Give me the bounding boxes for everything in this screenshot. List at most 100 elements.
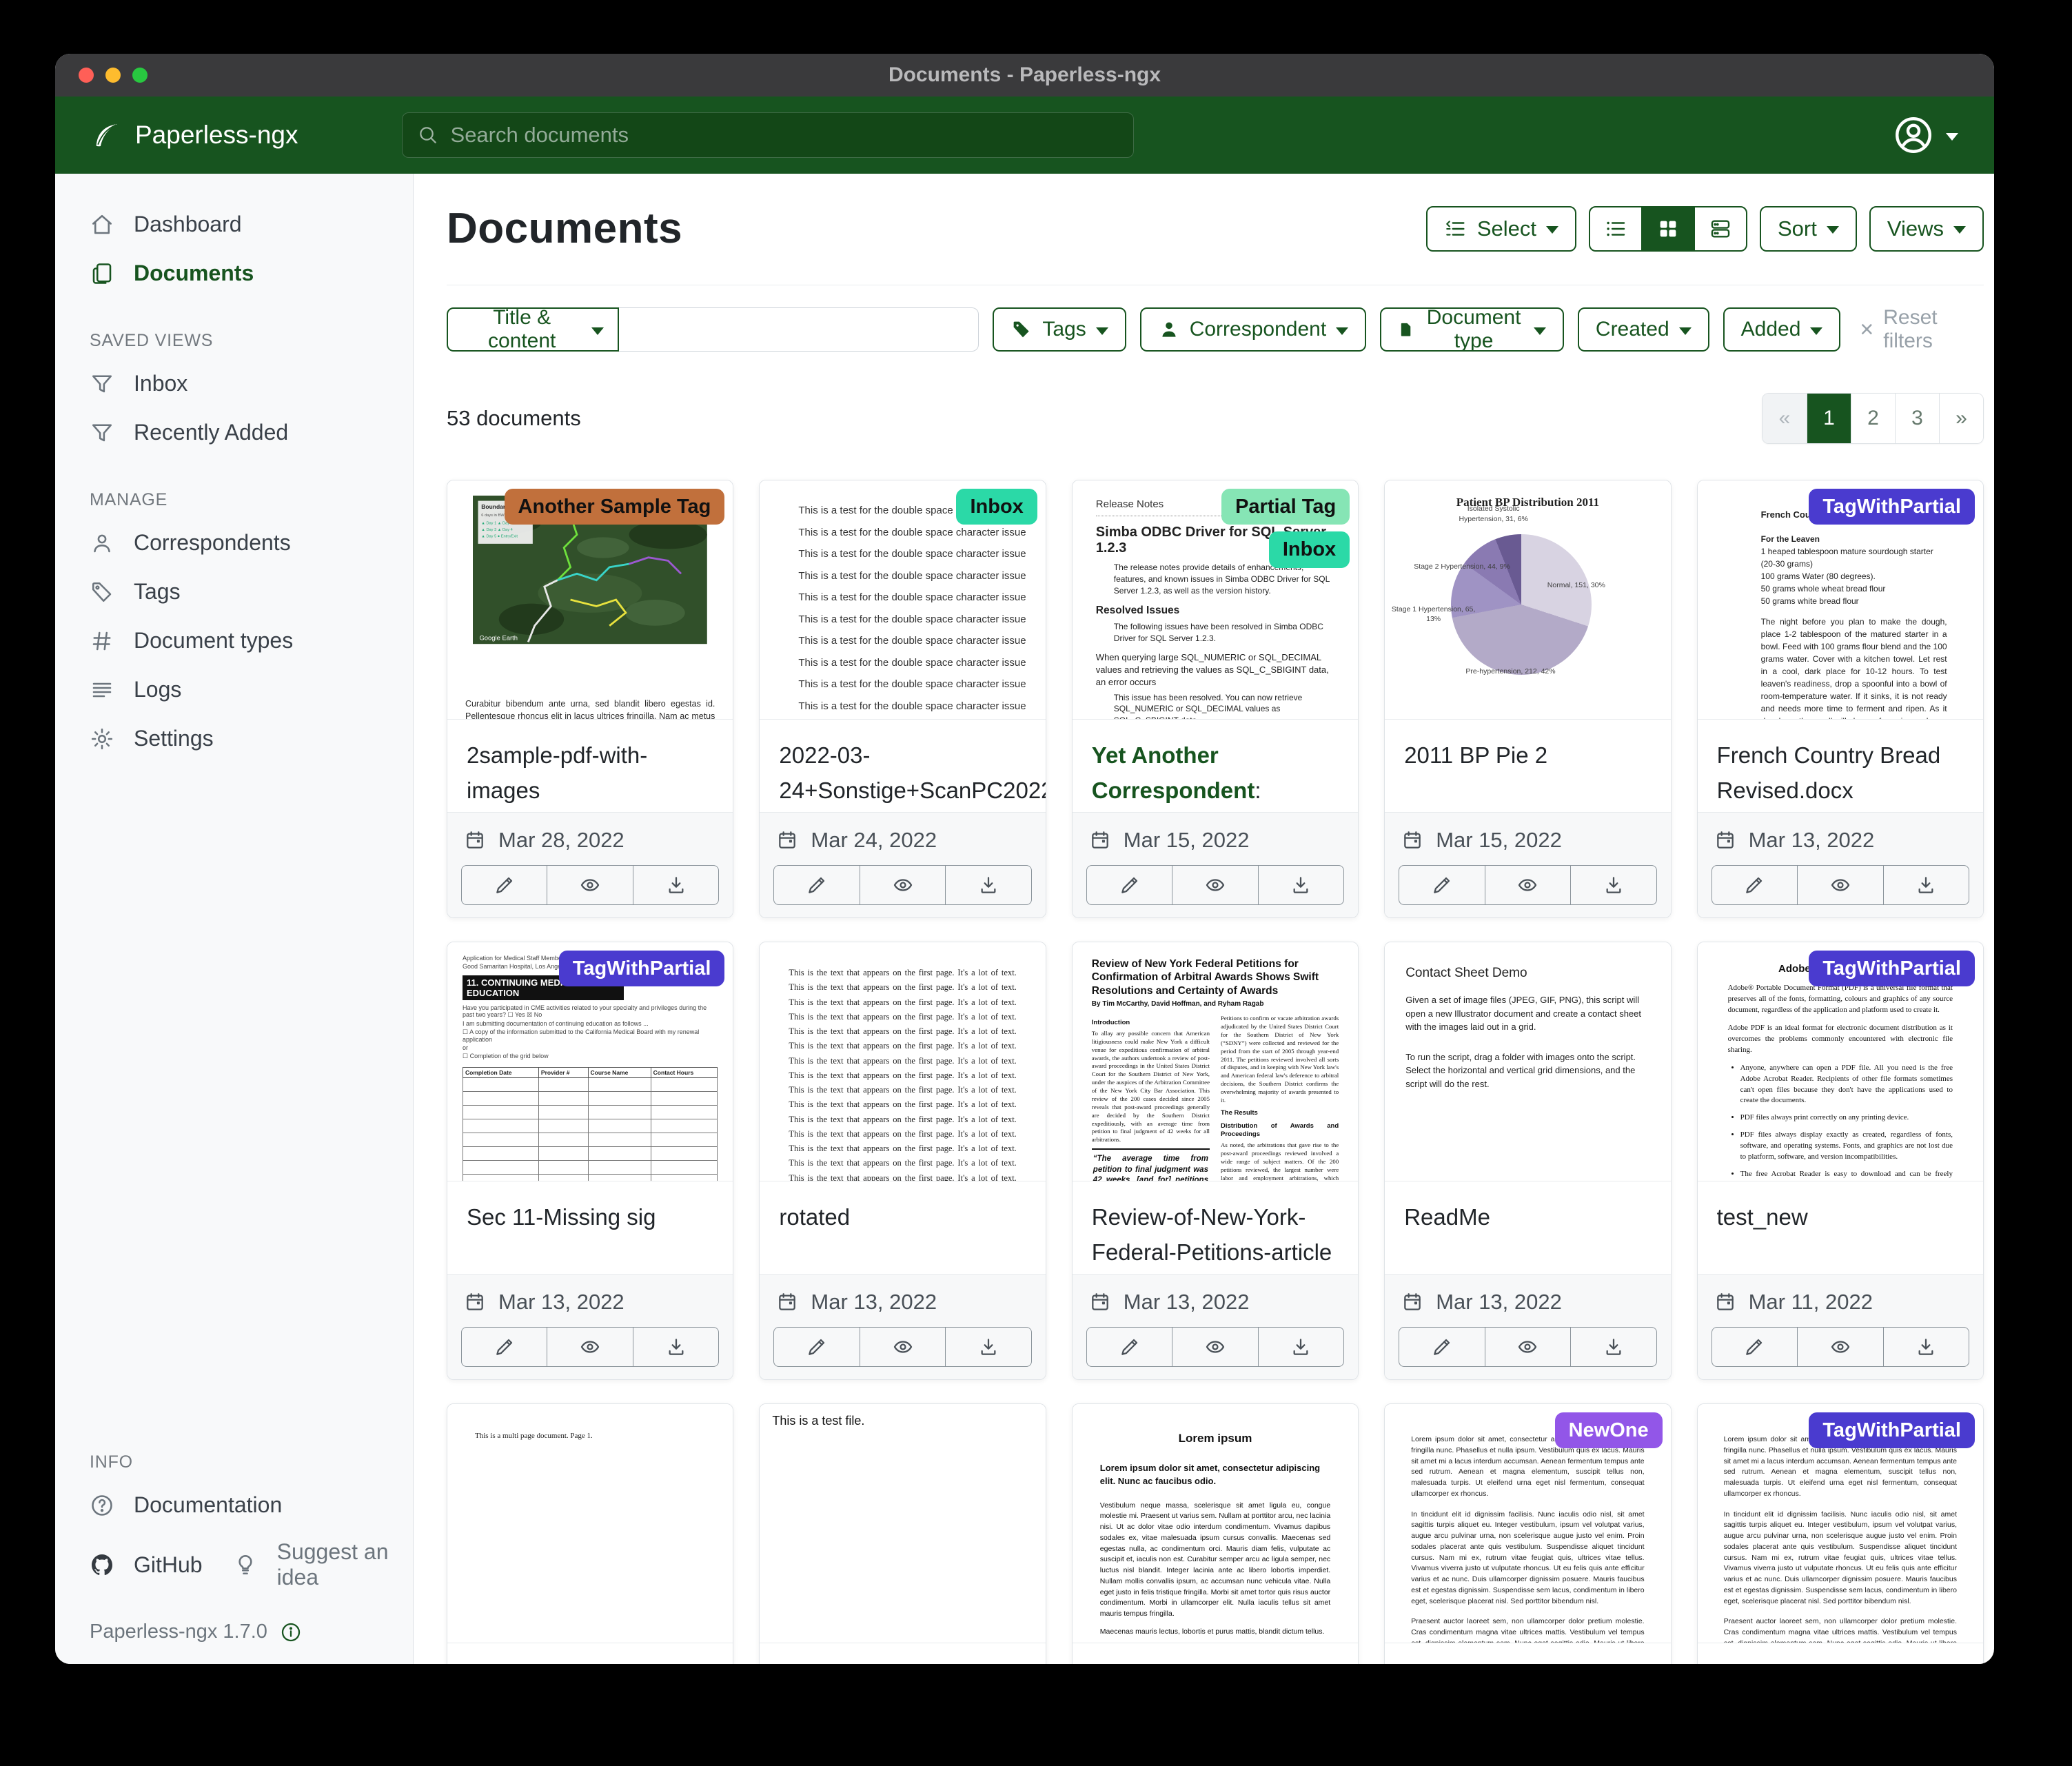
- document-title[interactable]: 2011 BP Pie 2: [1385, 720, 1670, 812]
- document-preview[interactable]: This is the text that appears on the fir…: [760, 942, 1045, 1181]
- document-title[interactable]: French Country Bread Revised.docx: [1698, 720, 1983, 812]
- tag-badge[interactable]: Another Sample Tag: [505, 489, 725, 525]
- document-title[interactable]: 2sample-pdf-with-images: [447, 720, 733, 812]
- edit-document-button[interactable]: [773, 865, 860, 905]
- document-preview[interactable]: This is a multi page document. Page 1.: [447, 1404, 733, 1643]
- view-list-button[interactable]: [1589, 206, 1643, 252]
- edit-document-button[interactable]: [1712, 1327, 1798, 1367]
- select-button[interactable]: Select: [1426, 206, 1576, 252]
- view-document-button[interactable]: [1172, 865, 1258, 905]
- download-document-button[interactable]: [1258, 865, 1344, 905]
- document-card[interactable]: Adobe Acrobat PDF FilesAdobe® Portable D…: [1697, 942, 1984, 1380]
- document-preview[interactable]: Adobe Acrobat PDF FilesAdobe® Portable D…: [1698, 942, 1983, 1181]
- tag-badge[interactable]: Inbox: [956, 489, 1037, 525]
- download-document-button[interactable]: [1570, 1327, 1656, 1367]
- document-card[interactable]: Contact Sheet DemoGiven a set of image f…: [1384, 942, 1671, 1380]
- page-button-»[interactable]: »: [1939, 394, 1983, 443]
- sidebar-item-github[interactable]: GitHub: [90, 1543, 203, 1587]
- document-preview[interactable]: Application for Medical Staff MembersGoo…: [447, 942, 733, 1181]
- tag-badge[interactable]: TagWithPartial: [559, 951, 725, 986]
- document-card[interactable]: This is a multi page document. Page 1.mu…: [447, 1403, 733, 1664]
- edit-document-button[interactable]: [461, 865, 547, 905]
- sidebar-item-documents[interactable]: Documents: [90, 249, 394, 298]
- sidebar-item-settings[interactable]: Settings: [90, 714, 394, 763]
- download-document-button[interactable]: [945, 1327, 1031, 1367]
- document-title[interactable]: multi-page-mixedxx: [447, 1643, 733, 1664]
- document-title[interactable]: test_new: [1698, 1181, 1983, 1274]
- document-preview[interactable]: Contact Sheet DemoGiven a set of image f…: [1385, 942, 1670, 1181]
- document-preview[interactable]: This is a test file.: [760, 1404, 1045, 1643]
- document-title[interactable]: Sec 11-Missing sig: [447, 1181, 733, 1274]
- edit-document-button[interactable]: [773, 1327, 860, 1367]
- view-document-button[interactable]: [1172, 1327, 1258, 1367]
- document-card[interactable]: Lorem ipsum dolor sit amet, consectetur …: [1697, 1403, 1984, 1664]
- sidebar-item-inbox[interactable]: Inbox: [90, 359, 394, 408]
- download-document-button[interactable]: [1258, 1327, 1344, 1367]
- sidebar-item-recently-added[interactable]: Recently Added: [90, 408, 394, 457]
- view-document-button[interactable]: [1485, 1327, 1571, 1367]
- document-title[interactable]: Yet Another Correspondent: Testing Email: [1073, 720, 1358, 812]
- document-title[interactable]: rotated: [760, 1181, 1045, 1274]
- page-button-3[interactable]: 3: [1895, 394, 1939, 443]
- view-document-button[interactable]: [860, 1327, 946, 1367]
- document-preview[interactable]: Lorem ipsum dolor sit amet, consectetur …: [1698, 1404, 1983, 1643]
- document-title[interactable]: ReadMe: [1385, 1181, 1670, 1274]
- tag-badge[interactable]: TagWithPartial: [1809, 1412, 1975, 1448]
- page-button-2[interactable]: 2: [1851, 394, 1895, 443]
- view-document-button[interactable]: [1797, 865, 1883, 905]
- view-document-button[interactable]: [547, 1327, 633, 1367]
- document-card[interactable]: Patient BP Distribution 2011Normal, 151,…: [1384, 480, 1671, 918]
- edit-document-button[interactable]: [1712, 865, 1798, 905]
- download-document-button[interactable]: [1883, 1327, 1969, 1367]
- document-preview[interactable]: Release NotesSimba ODBC Driver for SQL S…: [1073, 480, 1358, 720]
- sidebar-item-documentation[interactable]: Documentation: [90, 1481, 394, 1530]
- view-document-button[interactable]: [1485, 865, 1571, 905]
- download-document-button[interactable]: [1570, 865, 1656, 905]
- sidebar-item-correspondents[interactable]: Correspondents: [90, 518, 394, 567]
- sidebar-item-tags[interactable]: Tags: [90, 567, 394, 616]
- info-icon[interactable]: [280, 1621, 302, 1643]
- sidebar-item-logs[interactable]: Logs: [90, 665, 394, 714]
- document-card[interactable]: This is a test file.simple txt file: [759, 1403, 1046, 1664]
- document-card[interactable]: Review of New York Federal Petitions for…: [1072, 942, 1359, 1380]
- download-document-button[interactable]: [633, 1327, 719, 1367]
- tag-badge[interactable]: TagWithPartial: [1809, 489, 1975, 525]
- download-document-button[interactable]: [633, 865, 719, 905]
- sidebar-item-document-types[interactable]: Document types: [90, 616, 394, 665]
- filter-added-button[interactable]: Added: [1723, 307, 1841, 352]
- document-title[interactable]: simple txt file: [760, 1643, 1045, 1664]
- user-menu[interactable]: [1892, 114, 1958, 156]
- document-preview[interactable]: This is a test for the double space char…: [760, 480, 1045, 720]
- edit-document-button[interactable]: [1086, 865, 1172, 905]
- document-card[interactable]: Lorem ipsum dolor sit amet, consectetur …: [1384, 1403, 1671, 1664]
- edit-document-button[interactable]: [461, 1327, 547, 1367]
- search-input[interactable]: [402, 112, 1134, 158]
- edit-document-button[interactable]: [1399, 1327, 1485, 1367]
- app-brand[interactable]: Paperless-ngx: [91, 120, 298, 150]
- view-detail-button[interactable]: [1694, 206, 1747, 252]
- download-document-button[interactable]: [1883, 865, 1969, 905]
- document-card[interactable]: This is a test for the double space char…: [759, 480, 1046, 918]
- edit-document-button[interactable]: [1086, 1327, 1172, 1367]
- filter-tags-button[interactable]: Tags: [993, 307, 1126, 352]
- document-card[interactable]: Lorem ipsumLorem ipsum dolor sit amet, c…: [1072, 1403, 1359, 1664]
- document-card[interactable]: Boundary Waters Trip6 days in BWCA▲ Day …: [447, 480, 733, 918]
- document-title[interactable]: file-sample_150kBs: [1073, 1643, 1358, 1664]
- view-document-button[interactable]: [860, 865, 946, 905]
- filter-correspondent-button[interactable]: Correspondent: [1140, 307, 1366, 352]
- filter-document-type-button[interactable]: Document type: [1380, 307, 1564, 352]
- document-preview[interactable]: Lorem ipsum dolor sit amet, consectetur …: [1385, 1404, 1670, 1643]
- page-button-1[interactable]: 1: [1807, 394, 1851, 443]
- view-document-button[interactable]: [1797, 1327, 1883, 1367]
- sidebar-item-dashboard[interactable]: Dashboard: [90, 200, 394, 249]
- document-card[interactable]: French Country BreadFor the Leaven1 heap…: [1697, 480, 1984, 918]
- document-title[interactable]: Review-of-New-York-Federal-Petitions-art…: [1073, 1181, 1358, 1274]
- document-title[interactable]: Newest Correspondent: f_combinado: [1385, 1643, 1670, 1664]
- tag-badge[interactable]: Inbox: [1269, 531, 1350, 567]
- tag-badge[interactable]: NewOne: [1555, 1412, 1663, 1448]
- document-card[interactable]: Application for Medical Staff MembersGoo…: [447, 942, 733, 1380]
- filter-query-input[interactable]: [619, 307, 979, 352]
- reset-filters-button[interactable]: × Reset filters: [1860, 306, 1984, 353]
- sidebar-item-suggest-idea[interactable]: Suggest an idea: [233, 1530, 394, 1600]
- view-document-button[interactable]: [547, 865, 633, 905]
